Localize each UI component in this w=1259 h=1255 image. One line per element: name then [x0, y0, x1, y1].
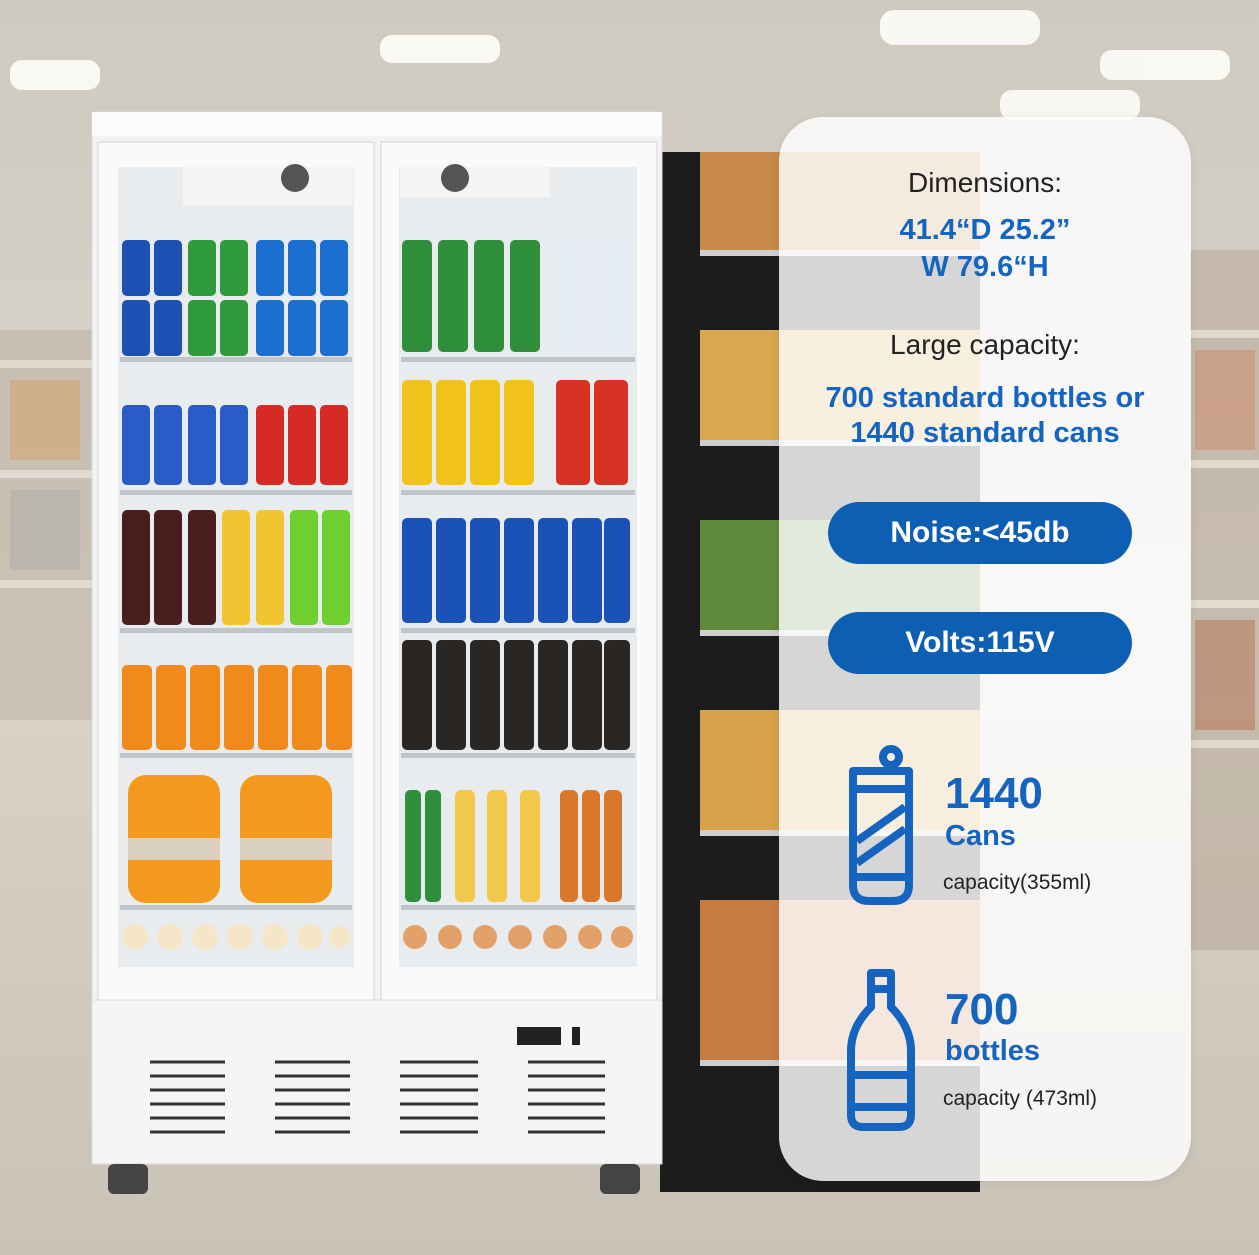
cans-capacity: capacity(355ml) [943, 871, 1092, 894]
dimensions-label: Dimensions: [907, 167, 1063, 198]
bottles-unit: bottles [945, 1035, 1041, 1067]
noise-badge: Noise:<45db [828, 502, 1132, 564]
soda-can-icon [849, 745, 913, 905]
cans-unit: Cans [945, 820, 1016, 852]
product-image: Dimensions: 41.4“D 25.2” W 79.6“H Large … [0, 0, 1259, 1255]
capacity-line-1: 700 standard bottles or [825, 382, 1145, 414]
bottle-icon [847, 969, 915, 1131]
bottles-count: 700 [945, 985, 1019, 1034]
cans-count: 1440 [945, 769, 1043, 818]
bottles-capacity: capacity (473ml) [943, 1087, 1098, 1110]
dimensions-line-2: W 79.6“H [921, 251, 1049, 283]
spec-panel: Dimensions: 41.4“D 25.2” W 79.6“H Large … [779, 117, 1191, 1181]
capacity-line-2: 1440 standard cans [850, 417, 1120, 449]
capacity-label: Large capacity: [890, 329, 1080, 360]
volts-badge: Volts:115V [828, 612, 1132, 674]
dimensions-line-1: 41.4“D 25.2” [899, 214, 1071, 246]
